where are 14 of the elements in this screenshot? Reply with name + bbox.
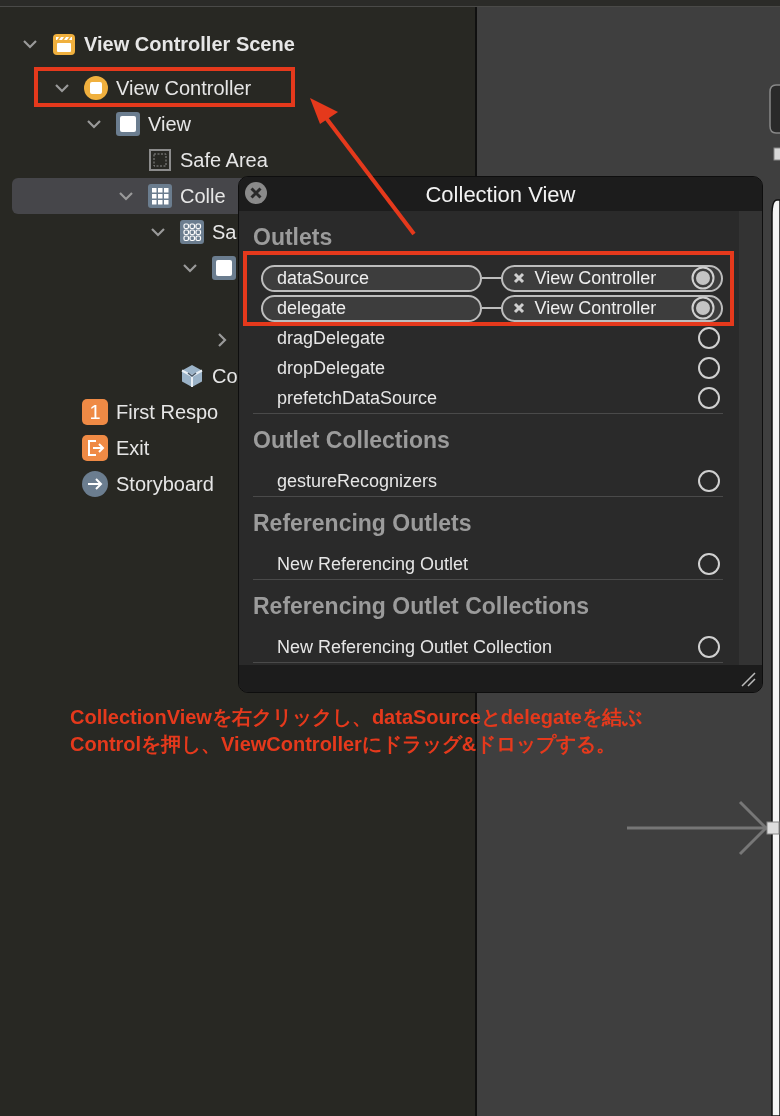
section-heading: Outlet Collections	[253, 425, 451, 455]
section-heading: Outlets	[253, 222, 334, 252]
outlet-label: New Referencing Outlet	[277, 552, 469, 576]
annotation-text: Controlを押し、ViewControllerにドラッグ&ドロップする。	[70, 732, 618, 757]
section-heading: Referencing Outlets	[253, 508, 473, 538]
outlet-label: prefetchDataSource	[277, 386, 438, 410]
outlet-label: dragDelegate	[277, 326, 386, 350]
outlet-label: gestureRecognizers	[277, 469, 438, 493]
popup-title: Collection View	[425, 180, 576, 209]
section-heading: Referencing Outlet Collections	[253, 591, 591, 621]
annotation-text: CollectionViewを右クリックし、dataSourceとdelegateを結ぶ	[70, 705, 642, 730]
outlet-label: New Referencing Outlet Collection	[277, 635, 553, 659]
number-icon: 1	[82, 399, 108, 425]
outlet-label: dropDelegate	[277, 356, 386, 380]
